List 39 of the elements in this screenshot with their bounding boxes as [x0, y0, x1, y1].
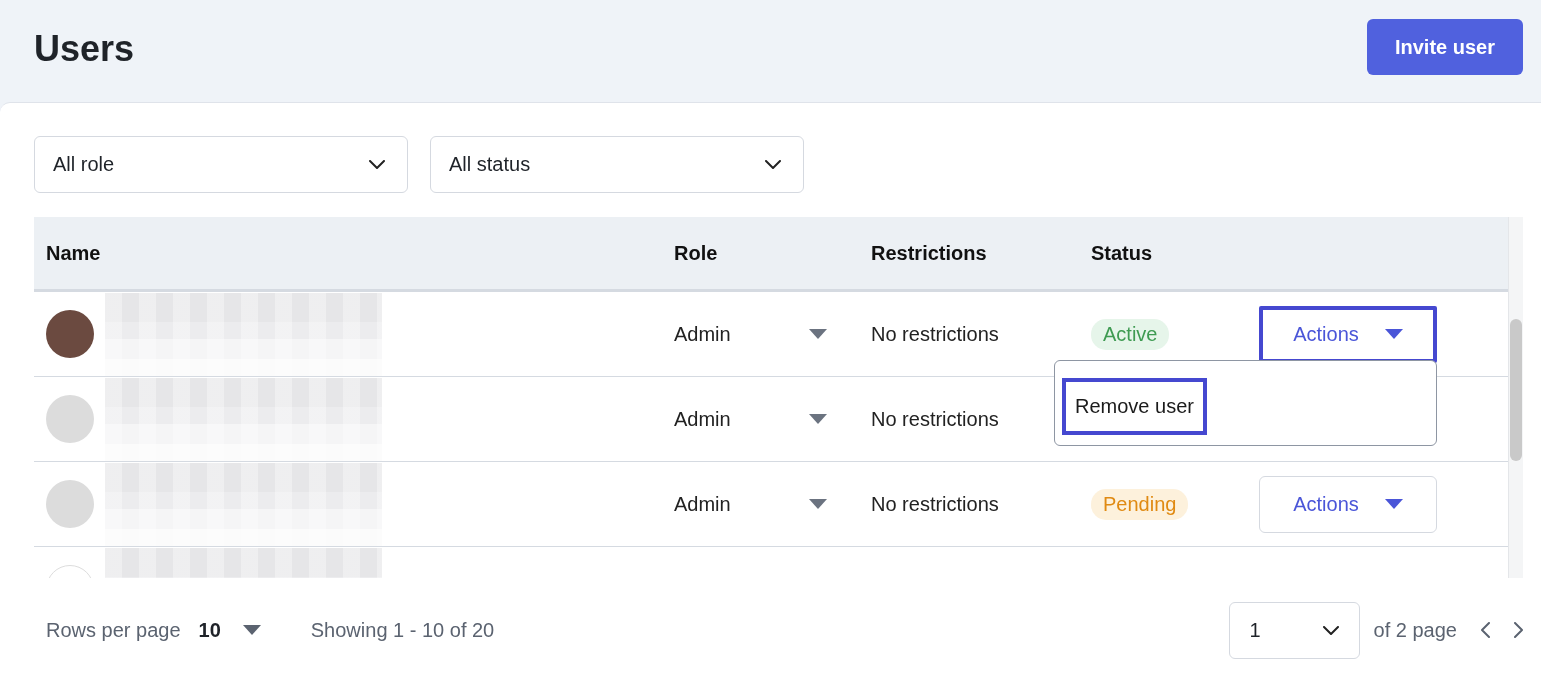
column-header: Name [45, 241, 102, 265]
status-label: Pending [1091, 488, 1189, 520]
default-avatar-icon [46, 395, 94, 443]
page-title: Users [34, 28, 135, 70]
caret-icon[interactable] [809, 499, 827, 509]
restrictions-text: No restrictions [871, 492, 999, 515]
rows-per-page-value[interactable]: 10 [198, 618, 221, 642]
caret-icon[interactable] [242, 625, 261, 635]
next-page-icon[interactable] [1514, 622, 1523, 638]
chevron-down-icon [369, 160, 385, 169]
column-header: Status [1090, 241, 1154, 265]
scrollbar[interactable] [1508, 217, 1523, 578]
column-header: Role [673, 241, 719, 265]
caret-icon[interactable] [809, 329, 827, 339]
page-select[interactable]: 1 [1228, 601, 1360, 659]
chevron-down-icon [765, 160, 781, 169]
default-avatar-icon [46, 480, 94, 528]
restrictions-text: No restrictions [871, 407, 999, 430]
caret-icon [1384, 329, 1403, 339]
page-total-text: of 2 page [1373, 618, 1457, 642]
avatar-photo-placeholder [46, 310, 94, 358]
role-text: Admin [674, 492, 731, 516]
menu-item[interactable]: Remove user [1062, 378, 1207, 435]
chevron-down-icon [1322, 625, 1339, 635]
filter-select[interactable]: All role [34, 136, 408, 193]
role-text: Admin [674, 407, 731, 431]
column-header: Restrictions [870, 241, 988, 265]
caret-icon[interactable] [809, 414, 827, 424]
invite-user-button[interactable]: Invite user [1367, 19, 1523, 75]
role-text: Admin [674, 322, 731, 346]
status-label: Active [1091, 318, 1170, 350]
previous-page-icon[interactable] [1481, 622, 1490, 638]
caret-icon [1384, 499, 1403, 509]
rows-per-page-label: Rows per page [46, 618, 181, 642]
actions-button[interactable]: Actions [1259, 475, 1437, 533]
filter-select[interactable]: All status [430, 136, 804, 193]
showing-text: Showing 1 - 10 of 20 [310, 618, 495, 642]
restrictions-text: No restrictions [871, 322, 999, 345]
actions-button[interactable]: Actions [1259, 305, 1437, 363]
